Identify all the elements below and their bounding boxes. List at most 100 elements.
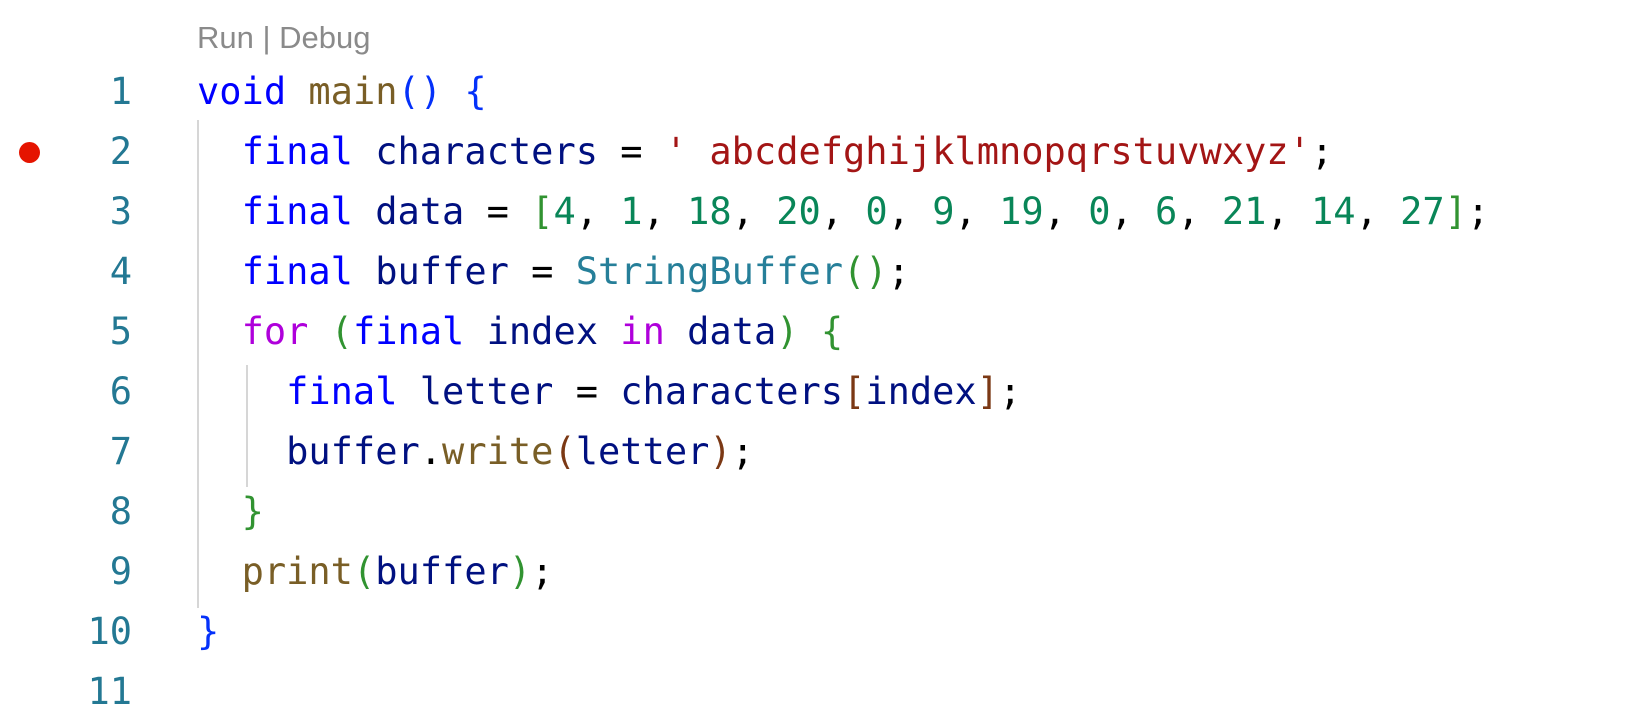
code-token: ; — [887, 250, 910, 293]
line-number[interactable]: 10 — [60, 602, 132, 662]
code-editor[interactable]: Run | Debug 1 void main() {2 final charac… — [0, 0, 1636, 728]
code-token: ( — [330, 310, 353, 353]
code-text[interactable]: } — [197, 482, 264, 542]
line-number[interactable]: 8 — [60, 482, 132, 542]
code-line[interactable]: 4 final buffer = StringBuffer(); — [0, 242, 1636, 302]
code-text[interactable]: final data = [4, 1, 18, 20, 0, 9, 19, 0,… — [197, 182, 1490, 242]
code-token: () — [397, 70, 443, 113]
code-token: , — [575, 190, 621, 233]
code-token: , — [954, 190, 1000, 233]
code-token: in — [620, 310, 665, 353]
code-token: , — [820, 190, 866, 233]
code-token: final — [241, 250, 353, 293]
code-token: 19 — [999, 190, 1044, 233]
code-token: = — [553, 370, 621, 413]
code-text[interactable]: buffer.write(letter); — [197, 422, 754, 482]
code-token: 1 — [620, 190, 643, 233]
code-token: 6 — [1155, 190, 1178, 233]
code-token: , — [1177, 190, 1222, 233]
code-token: , — [1110, 190, 1156, 233]
line-number[interactable]: 4 — [60, 242, 132, 302]
code-token: ] — [976, 370, 999, 413]
code-token: 9 — [932, 190, 955, 233]
breakpoint-icon[interactable] — [19, 142, 40, 163]
line-number[interactable]: 1 — [60, 62, 132, 122]
line-number[interactable]: 6 — [60, 362, 132, 422]
line-number[interactable]: 2 — [60, 122, 132, 182]
code-line[interactable]: 1 void main() { — [0, 62, 1636, 122]
code-line[interactable]: 11 — [0, 662, 1636, 722]
code-token: [ — [531, 190, 554, 233]
code-line[interactable]: 3 final data = [4, 1, 18, 20, 0, 9, 19, … — [0, 182, 1636, 242]
code-token: () — [843, 250, 888, 293]
code-token: index — [865, 370, 977, 413]
run-codelens-link[interactable]: Run — [197, 20, 254, 55]
code-token: void — [197, 70, 287, 113]
line-number[interactable]: 9 — [60, 542, 132, 602]
code-token: ' abcdefghijklmnopqrstuvwxyz' — [664, 130, 1311, 173]
code-token: , — [642, 190, 688, 233]
code-text[interactable]: void main() { — [197, 62, 487, 122]
code-token: ( — [352, 550, 376, 593]
code-line[interactable]: 6 final letter = characters[index]; — [0, 362, 1636, 422]
code-token: buffer — [375, 250, 509, 293]
code-token: data — [375, 190, 465, 233]
code-text[interactable]: final characters = ' abcdefghijklmnopqrs… — [197, 122, 1334, 182]
line-number[interactable]: 11 — [60, 662, 132, 722]
codelens-separator: | — [253, 20, 280, 55]
code-token: buffer — [286, 430, 420, 473]
code-token: = — [464, 190, 532, 233]
code-token: = — [508, 250, 576, 293]
code-line[interactable]: 7 buffer.write(letter); — [0, 422, 1636, 482]
line-number[interactable]: 7 — [60, 422, 132, 482]
code-token: 4 — [553, 190, 576, 233]
code-token: 21 — [1221, 190, 1267, 233]
line-number[interactable]: 3 — [60, 182, 132, 242]
code-token: ) — [776, 310, 799, 353]
code-token: = — [598, 130, 665, 173]
code-line[interactable]: 5 for (final index in data) { — [0, 302, 1636, 362]
code-text[interactable]: final letter = characters[index]; — [197, 362, 1021, 422]
code-token: write — [442, 430, 554, 473]
code-line[interactable]: 10} — [0, 602, 1636, 662]
code-token: print — [241, 550, 353, 593]
code-token: letter — [419, 370, 554, 413]
code-token: . — [419, 430, 443, 473]
code-token: 14 — [1311, 190, 1356, 233]
line-number[interactable]: 5 — [60, 302, 132, 362]
code-line[interactable]: 8 } — [0, 482, 1636, 542]
codelens: Run | Debug — [197, 16, 371, 60]
code-token: ] — [1444, 190, 1467, 233]
code-line[interactable]: 9 print(buffer); — [0, 542, 1636, 602]
code-token: ) — [709, 430, 732, 473]
code-line[interactable]: 2 final characters = ' abcdefghijklmnopq… — [0, 122, 1636, 182]
code-token: letter — [575, 430, 710, 473]
debug-codelens-link[interactable]: Debug — [279, 20, 370, 55]
code-text[interactable]: } — [197, 602, 219, 662]
code-token: [ — [843, 370, 866, 413]
code-token: ( — [553, 430, 576, 473]
code-token: ; — [731, 430, 754, 473]
code-token: final — [241, 190, 353, 233]
code-token: 18 — [687, 190, 732, 233]
code-token: index — [486, 310, 599, 353]
code-token: 0 — [1088, 190, 1111, 233]
code-text[interactable]: print(buffer); — [197, 542, 554, 602]
code-text[interactable]: for (final index in data) { — [197, 302, 844, 362]
code-text[interactable]: final buffer = StringBuffer(); — [197, 242, 910, 302]
code-token: final — [241, 130, 353, 173]
code-token: ; — [1466, 190, 1490, 233]
